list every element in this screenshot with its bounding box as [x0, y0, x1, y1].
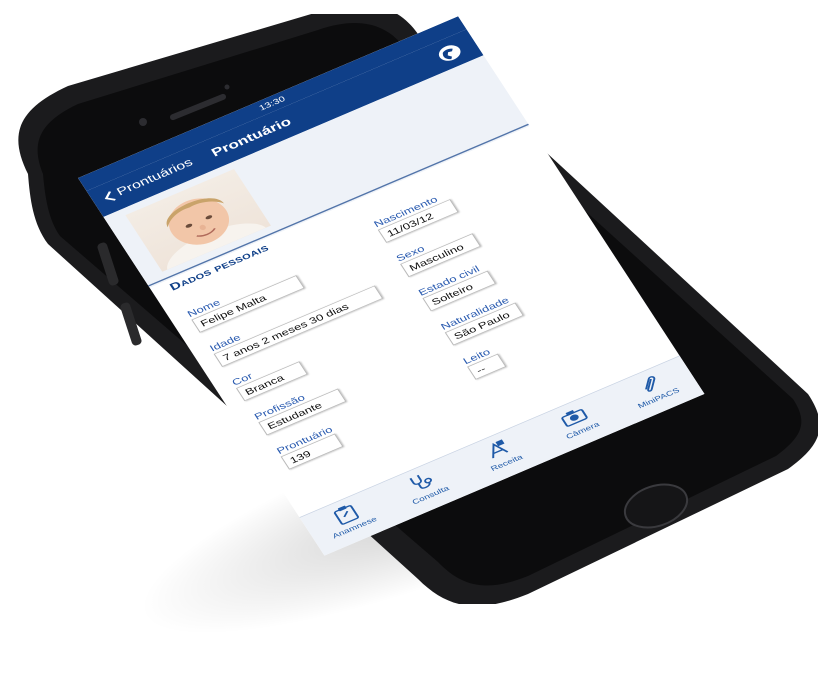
globe-sync-icon[interactable]	[432, 39, 468, 66]
chevron-left-icon	[104, 191, 116, 201]
sensor-dot	[224, 84, 230, 90]
field-idade: 7 anos 2 meses 30 dias	[213, 285, 384, 367]
front-camera	[139, 118, 147, 126]
device-scene: 13:30 Prontuários Prontuário Dados pesso…	[0, 0, 824, 685]
